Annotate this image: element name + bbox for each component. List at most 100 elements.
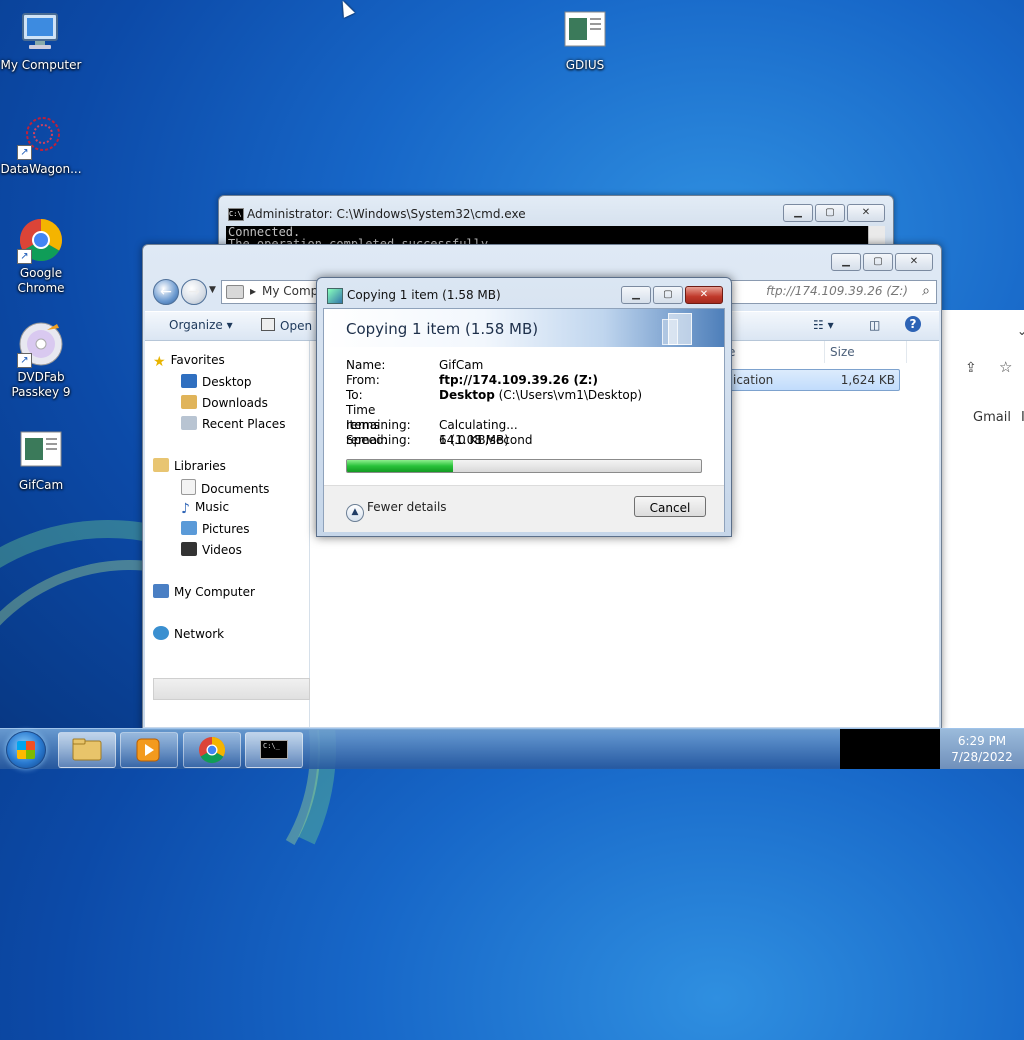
desktop-icon-google-chrome[interactable]: ↗ Google Chrome xyxy=(0,216,82,296)
browser-window-partial: ⌄ ⇪ ☆ Gmail I xyxy=(940,310,1024,728)
desktop-icon-dvdfab[interactable]: ↗ DVDFab Passkey 9 xyxy=(0,320,82,400)
nav-pictures[interactable]: Pictures xyxy=(181,521,250,536)
nav-downloads[interactable]: Downloads xyxy=(181,395,268,410)
nav-label: Music xyxy=(194,500,230,514)
desktop-icon-label: Google Chrome xyxy=(17,266,65,295)
detail-name: Name: GifCam xyxy=(346,358,483,373)
nav-music[interactable]: ♪ Music xyxy=(181,500,230,517)
recent-places-icon xyxy=(181,416,197,430)
taskbar-media-player[interactable] xyxy=(120,732,178,768)
table-row[interactable]: ication 1,624 KB xyxy=(730,369,900,391)
minimize-button[interactable]: ▁ xyxy=(783,204,813,222)
nav-label: Network xyxy=(174,627,225,641)
nav-label: My Computer xyxy=(174,585,255,599)
shortcut-arrow-icon: ↗ xyxy=(17,145,32,160)
navigation-pane: ★ Favorites Desktop Downloads Recent Plac… xyxy=(145,341,310,727)
view-options-button[interactable]: ☷ ▾ xyxy=(813,318,834,332)
nav-label: Favorites xyxy=(170,353,225,367)
detail-value[interactable]: ftp://174.109.39.26 (Z:) xyxy=(439,373,598,387)
open-button[interactable]: Open xyxy=(261,318,312,333)
banner-decoration xyxy=(668,313,692,345)
desktop-icon-my-computer[interactable]: My Computer xyxy=(0,8,82,73)
libraries-icon xyxy=(153,458,169,472)
close-button[interactable]: ✕ xyxy=(895,253,933,271)
close-button[interactable]: ✕ xyxy=(847,204,885,222)
nav-videos[interactable]: Videos xyxy=(181,542,242,557)
chevron-down-icon[interactable]: ⌄ xyxy=(1017,324,1024,338)
nav-libraries[interactable]: Libraries xyxy=(153,458,226,473)
nav-label: Recent Places xyxy=(202,417,286,431)
back-button[interactable]: ← xyxy=(153,279,179,305)
maximize-button[interactable]: ▢ xyxy=(815,204,845,222)
share-icon[interactable]: ⇪ xyxy=(965,360,977,376)
taskbar-cmd[interactable]: C:\_ xyxy=(245,732,303,768)
breadcrumb-separator-icon: ▸ xyxy=(250,284,257,298)
fewer-details-label: Fewer details xyxy=(367,500,447,514)
detail-label: Name: xyxy=(346,358,386,372)
help-icon[interactable]: ? xyxy=(905,316,921,332)
copy-icon xyxy=(327,288,343,304)
desktop-icon-datawagon[interactable]: ↗ DataWagon... xyxy=(0,112,82,177)
nav-network[interactable]: Network xyxy=(153,626,224,641)
desktop-icon xyxy=(181,374,197,388)
dialog-body: Copying 1 item (1.58 MB) Name: GifCam Fro… xyxy=(323,308,725,532)
maximize-button[interactable]: ▢ xyxy=(653,286,683,304)
clock-time: 6:29 PM xyxy=(957,734,1007,748)
organize-button[interactable]: Organize ▾ xyxy=(169,318,233,332)
copy-progress-bar xyxy=(346,459,702,473)
shortcut-arrow-icon: ↗ xyxy=(17,353,32,368)
copy-progress-dialog[interactable]: Copying 1 item (1.58 MB) ▁ ▢ ✕ Copying 1… xyxy=(316,277,732,537)
downloads-folder-icon xyxy=(181,395,197,409)
music-icon: ♪ xyxy=(181,501,190,517)
fewer-details-button[interactable]: ▲ Fewer details xyxy=(346,500,447,522)
nav-selection-highlight xyxy=(153,678,310,700)
column-header-size[interactable]: Size xyxy=(828,341,907,363)
desktop-icon-gifcam[interactable]: GifCam xyxy=(0,428,82,493)
close-button[interactable]: ✕ xyxy=(685,286,723,304)
column-header-type[interactable]: e xyxy=(728,341,825,363)
nav-recent-places[interactable]: Recent Places xyxy=(181,416,285,431)
chrome-icon: ↗ xyxy=(17,216,65,264)
recent-pages-dropdown[interactable]: ▼ xyxy=(209,285,216,295)
detail-value: GifCam xyxy=(439,358,484,372)
system-clock[interactable]: 6:29 PM 7/28/2022 xyxy=(940,729,1024,769)
nav-my-computer[interactable]: My Computer xyxy=(153,584,255,599)
desktop-icon-label: DVDFab Passkey 9 xyxy=(11,370,71,399)
folder-icon xyxy=(72,738,102,761)
nav-desktop[interactable]: Desktop xyxy=(181,374,252,389)
nav-favorites[interactable]: ★ Favorites xyxy=(153,353,225,370)
gdius-icon xyxy=(561,8,609,56)
taskbar-explorer[interactable] xyxy=(58,732,116,768)
forward-button[interactable]: → xyxy=(181,279,207,305)
gmail-link[interactable]: Gmail xyxy=(973,410,1011,425)
windows-logo-icon xyxy=(17,741,35,759)
maximize-button[interactable]: ▢ xyxy=(863,253,893,271)
documents-icon xyxy=(181,479,196,495)
star-icon[interactable]: ☆ xyxy=(999,358,1012,376)
detail-from: From: ftp://174.109.39.26 (Z:) xyxy=(346,373,598,388)
detail-value[interactable]: Desktop xyxy=(439,388,495,402)
preview-pane-button[interactable]: ◫ xyxy=(869,318,880,332)
network-icon xyxy=(153,626,169,640)
clock-date: 7/28/2022 xyxy=(951,750,1013,764)
computer-icon xyxy=(153,584,169,598)
desktop-icon-label: My Computer xyxy=(0,58,82,72)
cancel-button[interactable]: Cancel xyxy=(634,496,706,517)
desktop-icon-gdius[interactable]: GDIUS xyxy=(544,8,626,73)
cmd-window-title: Administrator: C:\Windows\System32\cmd.e… xyxy=(247,207,526,221)
taskbar: C:\_ 6:29 PM 7/28/2022 xyxy=(0,728,1024,769)
gifcam-icon xyxy=(17,428,65,476)
dialog-banner: Copying 1 item (1.58 MB) xyxy=(324,309,724,347)
nav-label: Pictures xyxy=(202,522,250,536)
minimize-button[interactable]: ▁ xyxy=(831,253,861,271)
dialog-title: Copying 1 item (1.58 MB) xyxy=(347,288,501,302)
search-icon[interactable]: ⌕ xyxy=(922,283,930,299)
nav-documents[interactable]: Documents xyxy=(181,479,269,496)
chrome-icon xyxy=(199,736,226,764)
start-button[interactable] xyxy=(6,731,46,769)
search-input[interactable]: ftp://174.109.39.26 (Z:) xyxy=(766,284,908,298)
detail-value: 64.0 KB/second xyxy=(439,433,533,447)
minimize-button[interactable]: ▁ xyxy=(621,286,651,304)
mouse-cursor-icon xyxy=(337,0,355,18)
taskbar-chrome[interactable] xyxy=(183,732,241,768)
